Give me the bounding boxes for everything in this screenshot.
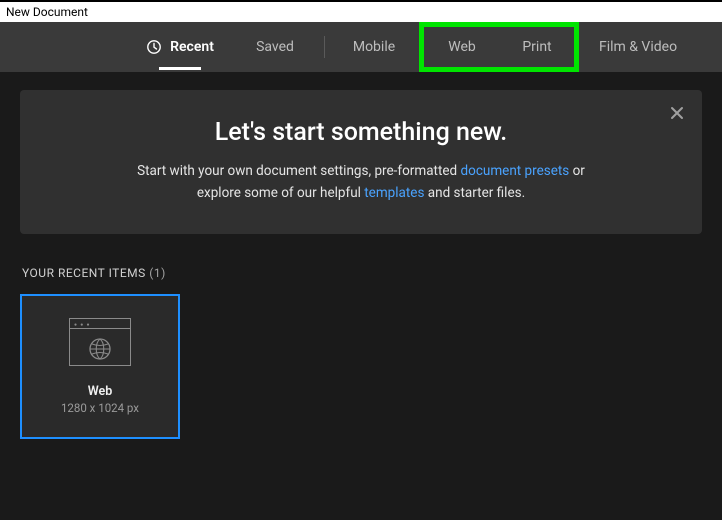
item-dimensions: 1280 x 1024 px: [61, 401, 139, 415]
window-title: New Document: [6, 5, 88, 19]
section-count: (1): [149, 266, 166, 280]
close-icon[interactable]: [670, 104, 684, 125]
globe-icon: [88, 337, 112, 365]
banner-text: and starter files.: [424, 185, 525, 201]
tab-mobile[interactable]: Mobile: [329, 22, 419, 72]
tab-label: Print: [522, 39, 551, 55]
banner-title: Let's start something new.: [60, 118, 662, 147]
templates-link[interactable]: templates: [364, 185, 424, 201]
tab-recent[interactable]: Recent: [130, 22, 230, 72]
welcome-banner: Let's start something new. Start with yo…: [20, 90, 702, 234]
recent-items-label: YOUR RECENT ITEMS (1): [22, 266, 722, 280]
tab-film-video[interactable]: Film & Video: [593, 22, 683, 72]
tab-label: Mobile: [353, 39, 395, 55]
banner-text: Start with your own document settings, p…: [137, 163, 460, 179]
window-title-bar: New Document: [0, 0, 722, 22]
tab-label: Web: [448, 39, 476, 55]
tab-label: Recent: [170, 39, 214, 55]
recent-items-grid: ● ● ● Web 1280 x 1024 px: [0, 280, 722, 453]
item-title: Web: [61, 384, 139, 399]
recent-icon: [146, 39, 162, 55]
tab-divider: [324, 36, 325, 58]
tab-print[interactable]: Print: [500, 27, 574, 67]
section-label-text: YOUR RECENT ITEMS: [22, 266, 146, 280]
tab-web[interactable]: Web: [424, 27, 500, 67]
preset-thumbnail: ● ● ●: [69, 318, 131, 366]
tab-saved[interactable]: Saved: [230, 22, 320, 72]
recent-item-card[interactable]: ● ● ● Web 1280 x 1024 px: [20, 294, 180, 439]
banner-text: explore some of our helpful: [197, 185, 364, 201]
tab-label: Film & Video: [599, 39, 677, 55]
tab-label: Saved: [256, 39, 294, 55]
document-presets-link[interactable]: document presets: [461, 163, 570, 179]
banner-text: or: [569, 163, 585, 179]
item-meta: Web 1280 x 1024 px: [61, 384, 139, 415]
highlight-box: Web Print: [419, 22, 579, 72]
banner-description: Start with your own document settings, p…: [60, 161, 662, 204]
category-tabs: Recent Saved Mobile Web Print Film & Vid…: [0, 22, 722, 72]
